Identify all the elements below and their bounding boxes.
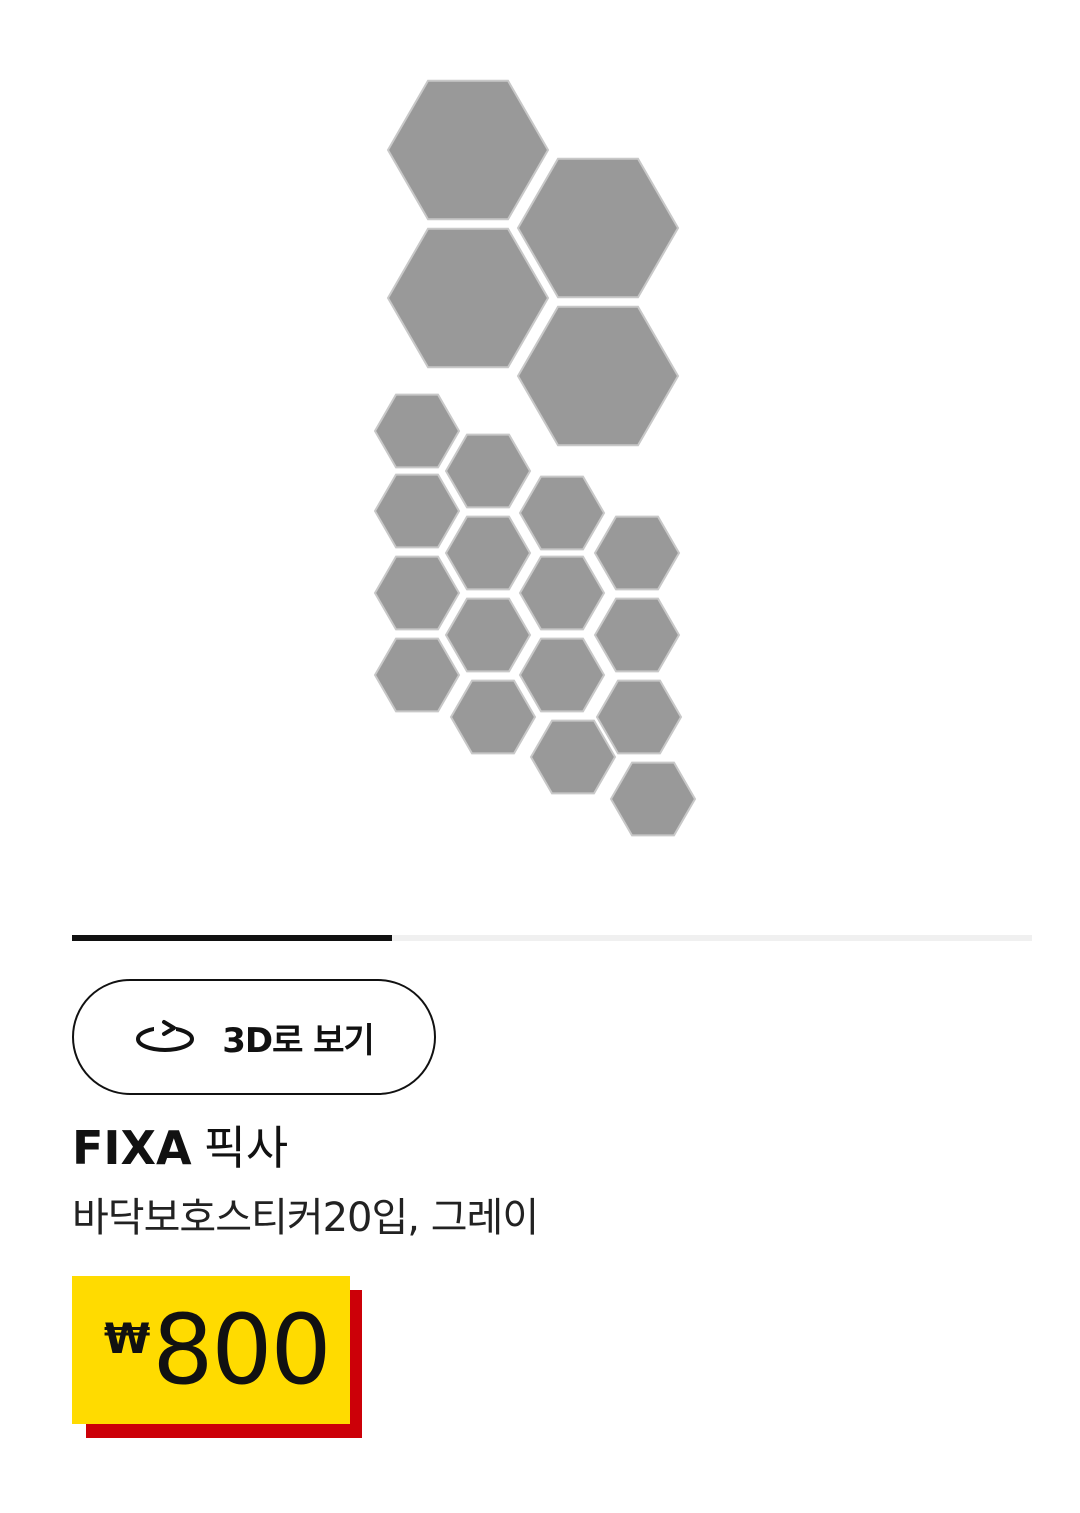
progress-indicator bbox=[72, 935, 392, 941]
small-felt-pad bbox=[529, 719, 617, 795]
small-felt-pad bbox=[449, 679, 537, 755]
rotate-3d-icon bbox=[136, 1020, 195, 1052]
small-felt-pad bbox=[593, 597, 681, 673]
large-felt-pad bbox=[386, 79, 550, 221]
small-felt-pad bbox=[373, 473, 461, 549]
large-felt-pad bbox=[516, 157, 680, 299]
small-felt-pad bbox=[609, 761, 697, 837]
small-felt-pad bbox=[373, 555, 461, 631]
small-felt-pad bbox=[444, 433, 532, 509]
small-felt-pad bbox=[518, 555, 606, 631]
view-3d-label: 3D로 보기 bbox=[222, 1020, 375, 1061]
small-felt-pad bbox=[444, 515, 532, 591]
large-felt-pad bbox=[516, 305, 680, 447]
small-felt-pad bbox=[593, 515, 681, 591]
product-name: FIXA 픽사 bbox=[72, 1118, 288, 1178]
price-currency: ₩ bbox=[104, 1314, 151, 1363]
small-felt-pad bbox=[518, 475, 606, 551]
product-brand: FIXA bbox=[72, 1121, 192, 1175]
small-felt-pad bbox=[444, 597, 532, 673]
small-felt-pad bbox=[518, 637, 606, 713]
product-image[interactable] bbox=[360, 70, 720, 860]
small-felt-pad bbox=[373, 393, 461, 469]
product-description: 바닥보호스티커20입, 그레이 bbox=[72, 1195, 539, 1241]
view-3d-button[interactable]: 3D로 보기 bbox=[72, 979, 436, 1095]
small-felt-pad bbox=[595, 679, 683, 755]
image-carousel-progress bbox=[72, 935, 1032, 941]
price-tag: ₩ 800 bbox=[72, 1276, 350, 1424]
felt-pads-illustration bbox=[373, 79, 697, 837]
price-amount: 800 bbox=[152, 1294, 331, 1406]
product-local-name: 픽사 bbox=[203, 1121, 289, 1175]
large-felt-pad bbox=[386, 227, 550, 369]
small-felt-pad bbox=[373, 637, 461, 713]
